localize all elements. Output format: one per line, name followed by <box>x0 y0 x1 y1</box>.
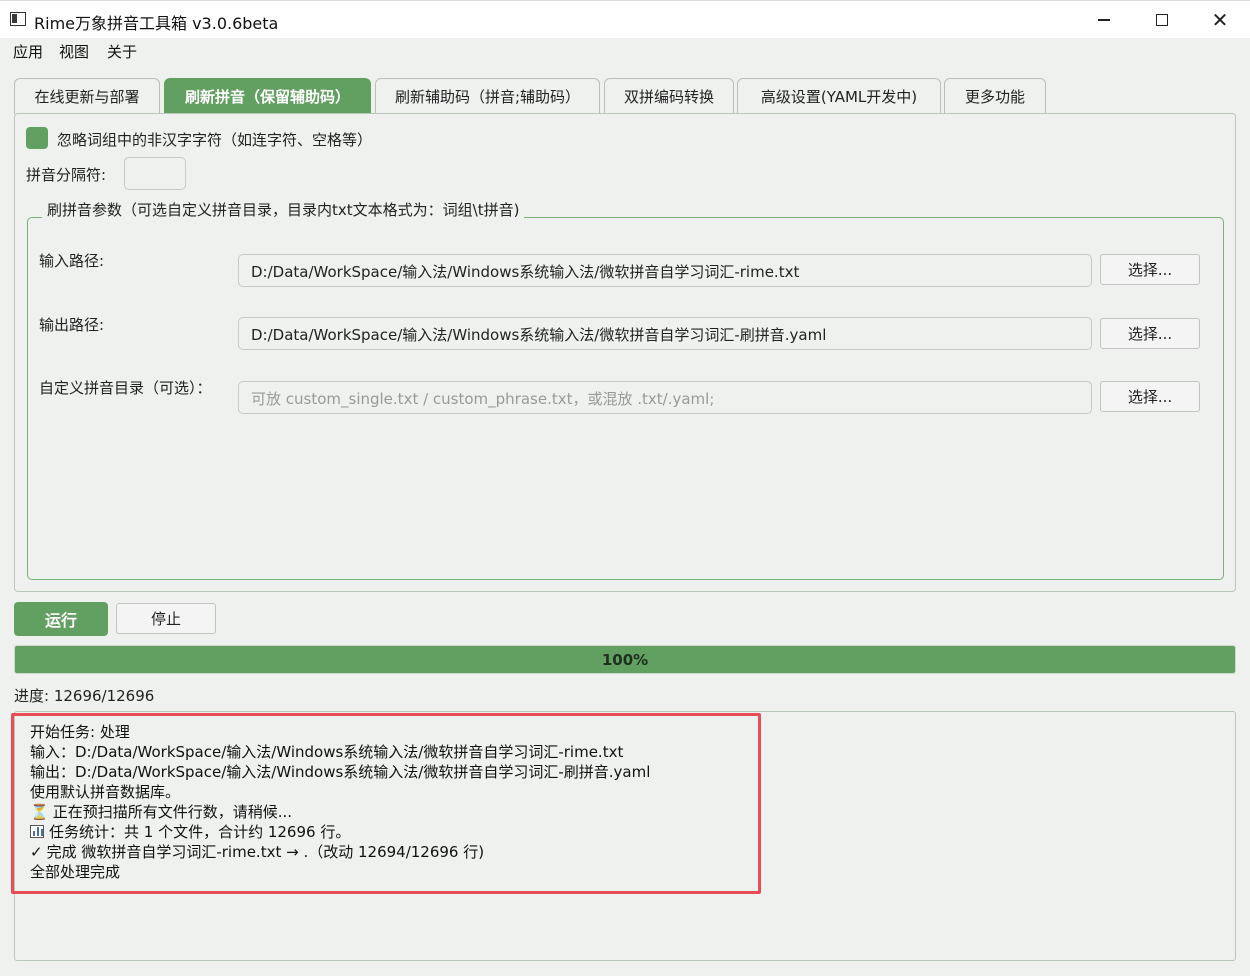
tab-more-features[interactable]: 更多功能 <box>944 78 1046 114</box>
menu-app[interactable]: 应用 <box>13 41 43 62</box>
tab-advanced-settings[interactable]: 高级设置(YAML开发中) <box>737 78 941 114</box>
log-text: 输出：D:/Data/WorkSpace/输入法/Windows系统输入法/微软… <box>30 763 651 781</box>
log-line: 全部处理完成 <box>30 862 650 882</box>
progress-bar: 100% <box>14 645 1236 674</box>
log-line: ⏳ 正在预扫描所有文件行数，请稍候... <box>30 802 650 822</box>
log-text: 任务统计：共 1 个文件，合计约 12696 行。 <box>49 823 351 841</box>
stop-button[interactable]: 停止 <box>116 603 216 634</box>
log-line: 使用默认拼音数据库。 <box>30 782 650 802</box>
custom-dir-field[interactable]: 可放 custom_single.txt / custom_phrase.txt… <box>238 381 1092 414</box>
tab-refresh-aux-code[interactable]: 刷新辅助码（拼音;辅助码） <box>375 78 600 114</box>
output-path-label: 输出路径: <box>39 316 105 334</box>
log-line: ✓ 完成 微软拼音自学习词汇-rime.txt → .（改动 12694/1269… <box>30 842 650 862</box>
tab-shuangpin-convert[interactable]: 双拼编码转换 <box>604 78 734 114</box>
tab-online-update[interactable]: 在线更新与部署 <box>14 78 160 114</box>
log-text: 输入：D:/Data/WorkSpace/输入法/Windows系统输入法/微软… <box>30 743 624 761</box>
log-line: 输入：D:/Data/WorkSpace/输入法/Windows系统输入法/微软… <box>30 742 650 762</box>
ignore-non-hanzi-checkbox[interactable] <box>26 127 48 149</box>
progress-percent: 100% <box>601 650 649 669</box>
run-button[interactable]: 运行 <box>14 602 108 636</box>
log-line: 输出：D:/Data/WorkSpace/输入法/Windows系统输入法/微软… <box>30 762 650 782</box>
input-path-label: 输入路径: <box>39 252 105 270</box>
output-path-field[interactable]: D:/Data/WorkSpace/输入法/Windows系统输入法/微软拼音自… <box>238 317 1092 350</box>
log-text: 开始任务: 处理 <box>30 723 130 741</box>
progress-count: 进度: 12696/12696 <box>14 687 155 705</box>
menu-view[interactable]: 视图 <box>59 41 89 62</box>
close-icon: ✕ <box>1211 8 1229 32</box>
menu-about[interactable]: 关于 <box>107 41 137 62</box>
bar-chart-icon <box>30 825 44 838</box>
choose-input-button[interactable]: 选择... <box>1100 254 1200 285</box>
params-group-title: 刷拼音参数（可选自定义拼音目录，目录内txt文本格式为：词组\t拼音) <box>42 199 525 220</box>
title-bar: Rime万象拼音工具箱 v3.0.6beta ✕ <box>0 0 1250 38</box>
app-icon <box>10 12 26 26</box>
minimize-button[interactable] <box>1075 1 1133 39</box>
check-icon: ✓ <box>30 843 43 861</box>
log-text: 全部处理完成 <box>30 863 121 881</box>
maximize-button[interactable] <box>1133 1 1191 39</box>
separator-label: 拼音分隔符: <box>26 166 107 184</box>
custom-dir-label: 自定义拼音目录（可选）： <box>39 379 212 397</box>
separator-input[interactable] <box>124 157 186 190</box>
hourglass-icon: ⏳ <box>30 803 49 821</box>
log-text: 正在预扫描所有文件行数，请稍候... <box>52 803 292 821</box>
ignore-non-hanzi-label: 忽略词组中的非汉字字符（如连字符、空格等） <box>57 131 373 149</box>
choose-custom-dir-button[interactable]: 选择... <box>1100 381 1200 412</box>
log-lines: 开始任务: 处理输入：D:/Data/WorkSpace/输入法/Windows… <box>30 722 650 882</box>
maximize-icon <box>1156 14 1168 26</box>
close-button[interactable]: ✕ <box>1191 1 1249 39</box>
log-text: 使用默认拼音数据库。 <box>30 783 181 801</box>
menu-bar: 应用 视图 关于 <box>0 38 1250 64</box>
window-title: Rime万象拼音工具箱 v3.0.6beta <box>34 14 279 33</box>
input-path-field[interactable]: D:/Data/WorkSpace/输入法/Windows系统输入法/微软拼音自… <box>238 254 1092 287</box>
log-line: 任务统计：共 1 个文件，合计约 12696 行。 <box>30 822 650 842</box>
tab-refresh-pinyin[interactable]: 刷新拼音（保留辅助码） <box>164 78 371 114</box>
log-text: 完成 微软拼音自学习词汇-rime.txt → .（改动 12694/12696… <box>46 843 485 861</box>
log-line: 开始任务: 处理 <box>30 722 650 742</box>
choose-output-button[interactable]: 选择... <box>1100 318 1200 349</box>
minimize-icon <box>1098 19 1110 21</box>
